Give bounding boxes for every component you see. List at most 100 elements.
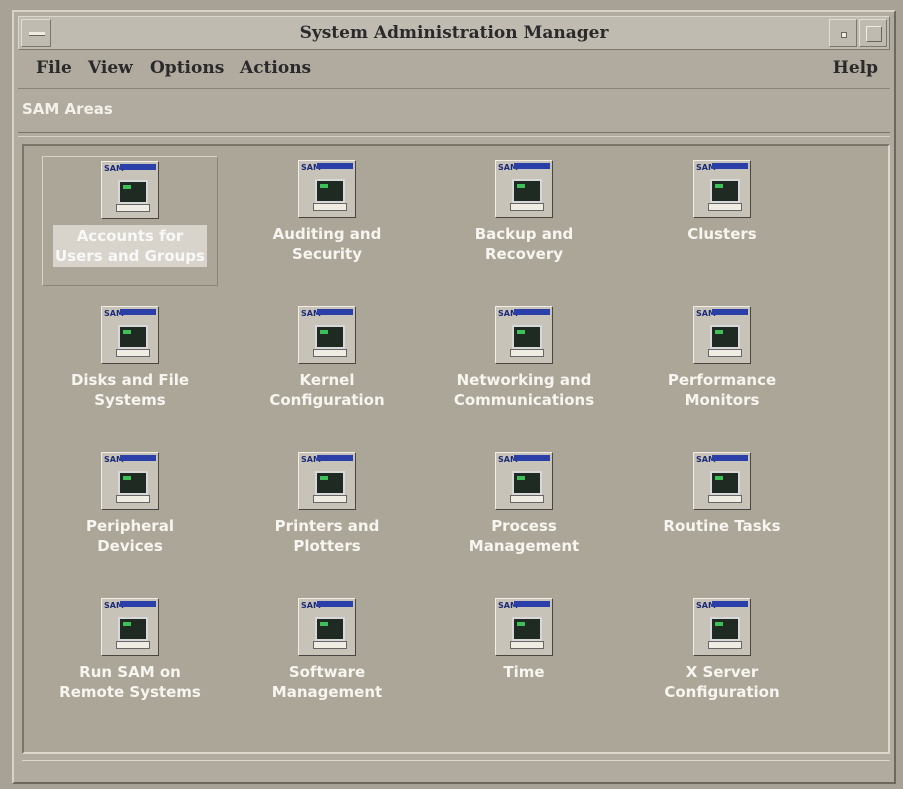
- area-backup[interactable]: SAM Backup and Recovery: [436, 156, 612, 286]
- icon-base: [116, 495, 150, 503]
- area-label: Accounts for Users and Groups: [53, 225, 207, 267]
- icon-base: [708, 495, 742, 503]
- icon-base: [510, 203, 544, 211]
- icon-bluebar: [317, 163, 353, 169]
- key-security-icon[interactable]: SAM: [298, 160, 356, 218]
- icon-screen: [315, 325, 345, 349]
- remote-systems-icon[interactable]: SAM: [101, 598, 159, 656]
- icon-screen: [512, 471, 542, 495]
- separator: [18, 132, 890, 137]
- area-x-server[interactable]: SAM X Server Configuration: [634, 594, 810, 724]
- area-label: Process Management: [468, 517, 580, 555]
- icon-screen: [512, 179, 542, 203]
- disk-icon[interactable]: SAM: [101, 306, 159, 364]
- area-peripheral[interactable]: SAM Peripheral Devices: [42, 448, 218, 578]
- clusters-icon[interactable]: SAM: [693, 160, 751, 218]
- area-label: X Server Configuration: [664, 663, 780, 701]
- icon-bluebar: [514, 455, 550, 461]
- icon-base: [313, 349, 347, 357]
- icon-bluebar: [712, 455, 748, 461]
- area-printer[interactable]: SAM Printers and Plotters: [239, 448, 415, 578]
- icon-base: [313, 641, 347, 649]
- icon-bluebar: [514, 601, 550, 607]
- minimize-icon: [841, 32, 847, 38]
- menu-help[interactable]: Help: [827, 56, 884, 80]
- area-label: Peripheral Devices: [86, 517, 174, 555]
- software-disc-icon[interactable]: SAM: [298, 598, 356, 656]
- menu-view[interactable]: View: [82, 56, 139, 80]
- icon-screen: [710, 325, 740, 349]
- area-label: Clusters: [687, 225, 757, 243]
- area-remote-systems[interactable]: SAM Run SAM on Remote Systems: [42, 594, 218, 724]
- icon-screen: [118, 180, 148, 204]
- area-software-disc[interactable]: SAM Software Management: [239, 594, 415, 724]
- maximize-icon: [866, 26, 882, 42]
- icon-screen: [315, 179, 345, 203]
- area-label: Software Management: [271, 663, 383, 701]
- area-label: Disks and File Systems: [70, 371, 190, 409]
- icon-bluebar: [712, 309, 748, 315]
- icon-base: [313, 495, 347, 503]
- icon-bluebar: [317, 309, 353, 315]
- area-label: Networking and Communications: [453, 371, 595, 409]
- area-label: Kernel Configuration: [269, 371, 385, 409]
- printer-icon[interactable]: SAM: [298, 452, 356, 510]
- performance-runner-icon[interactable]: SAM: [693, 306, 751, 364]
- process-icon[interactable]: SAM: [495, 452, 553, 510]
- icon-screen: [512, 325, 542, 349]
- area-clock[interactable]: SAM Time: [436, 594, 612, 724]
- icon-base: [510, 349, 544, 357]
- area-process[interactable]: SAM Process Management: [436, 448, 612, 578]
- icon-screen: [315, 471, 345, 495]
- icon-bluebar: [120, 164, 156, 170]
- minimize-button[interactable]: [829, 19, 857, 47]
- menu-options[interactable]: Options: [144, 56, 230, 80]
- icon-screen: [710, 617, 740, 641]
- icon-base: [116, 641, 150, 649]
- icon-bluebar: [317, 601, 353, 607]
- clock-icon[interactable]: SAM: [495, 598, 553, 656]
- area-label: Auditing and Security: [272, 225, 382, 263]
- icon-bluebar: [514, 309, 550, 315]
- area-label: Run SAM on Remote Systems: [59, 663, 201, 701]
- menu-file[interactable]: File: [30, 56, 78, 80]
- area-performance-runner[interactable]: SAM Performance Monitors: [634, 302, 810, 432]
- icon-base: [116, 204, 150, 212]
- area-kernel-heart[interactable]: SAM Kernel Configuration: [239, 302, 415, 432]
- title-bar[interactable]: System Administration Manager: [18, 16, 890, 50]
- kernel-heart-icon[interactable]: SAM: [298, 306, 356, 364]
- network-icon[interactable]: SAM: [495, 306, 553, 364]
- areas-label: SAM Areas: [22, 100, 113, 118]
- icon-bluebar: [120, 455, 156, 461]
- icon-bluebar: [120, 601, 156, 607]
- area-disk[interactable]: SAM Disks and File Systems: [42, 302, 218, 432]
- sam-window: System Administration Manager File View …: [12, 10, 896, 784]
- area-label: Routine Tasks: [663, 517, 781, 535]
- icon-bluebar: [317, 455, 353, 461]
- x-server-icon[interactable]: SAM: [693, 598, 751, 656]
- areas-panel: SAM Accounts for Users and Groups SAM Audit…: [22, 144, 890, 754]
- peripheral-icon[interactable]: SAM: [101, 452, 159, 510]
- icon-bluebar: [514, 163, 550, 169]
- icon-bluebar: [120, 309, 156, 315]
- area-routine-cycle[interactable]: SAM Routine Tasks: [634, 448, 810, 578]
- backup-icon[interactable]: SAM: [495, 160, 553, 218]
- area-key-security[interactable]: SAM Auditing and Security: [239, 156, 415, 286]
- users-groups-icon[interactable]: SAM: [101, 161, 159, 219]
- area-network[interactable]: SAM Networking and Communications: [436, 302, 612, 432]
- area-users-groups[interactable]: SAM Accounts for Users and Groups: [42, 156, 218, 286]
- area-label: Time: [503, 663, 545, 681]
- icon-screen: [118, 617, 148, 641]
- icon-base: [708, 641, 742, 649]
- icon-base: [708, 349, 742, 357]
- area-label: Performance Monitors: [667, 371, 777, 409]
- area-clusters[interactable]: SAM Clusters: [634, 156, 810, 286]
- icon-base: [510, 641, 544, 649]
- menu-actions[interactable]: Actions: [234, 56, 317, 80]
- area-label: Printers and Plotters: [274, 517, 380, 555]
- maximize-button[interactable]: [859, 19, 887, 47]
- menu-bar: File View Options Actions Help: [18, 52, 890, 89]
- icon-screen: [710, 471, 740, 495]
- routine-cycle-icon[interactable]: SAM: [693, 452, 751, 510]
- window-title: System Administration Manager: [299, 23, 609, 43]
